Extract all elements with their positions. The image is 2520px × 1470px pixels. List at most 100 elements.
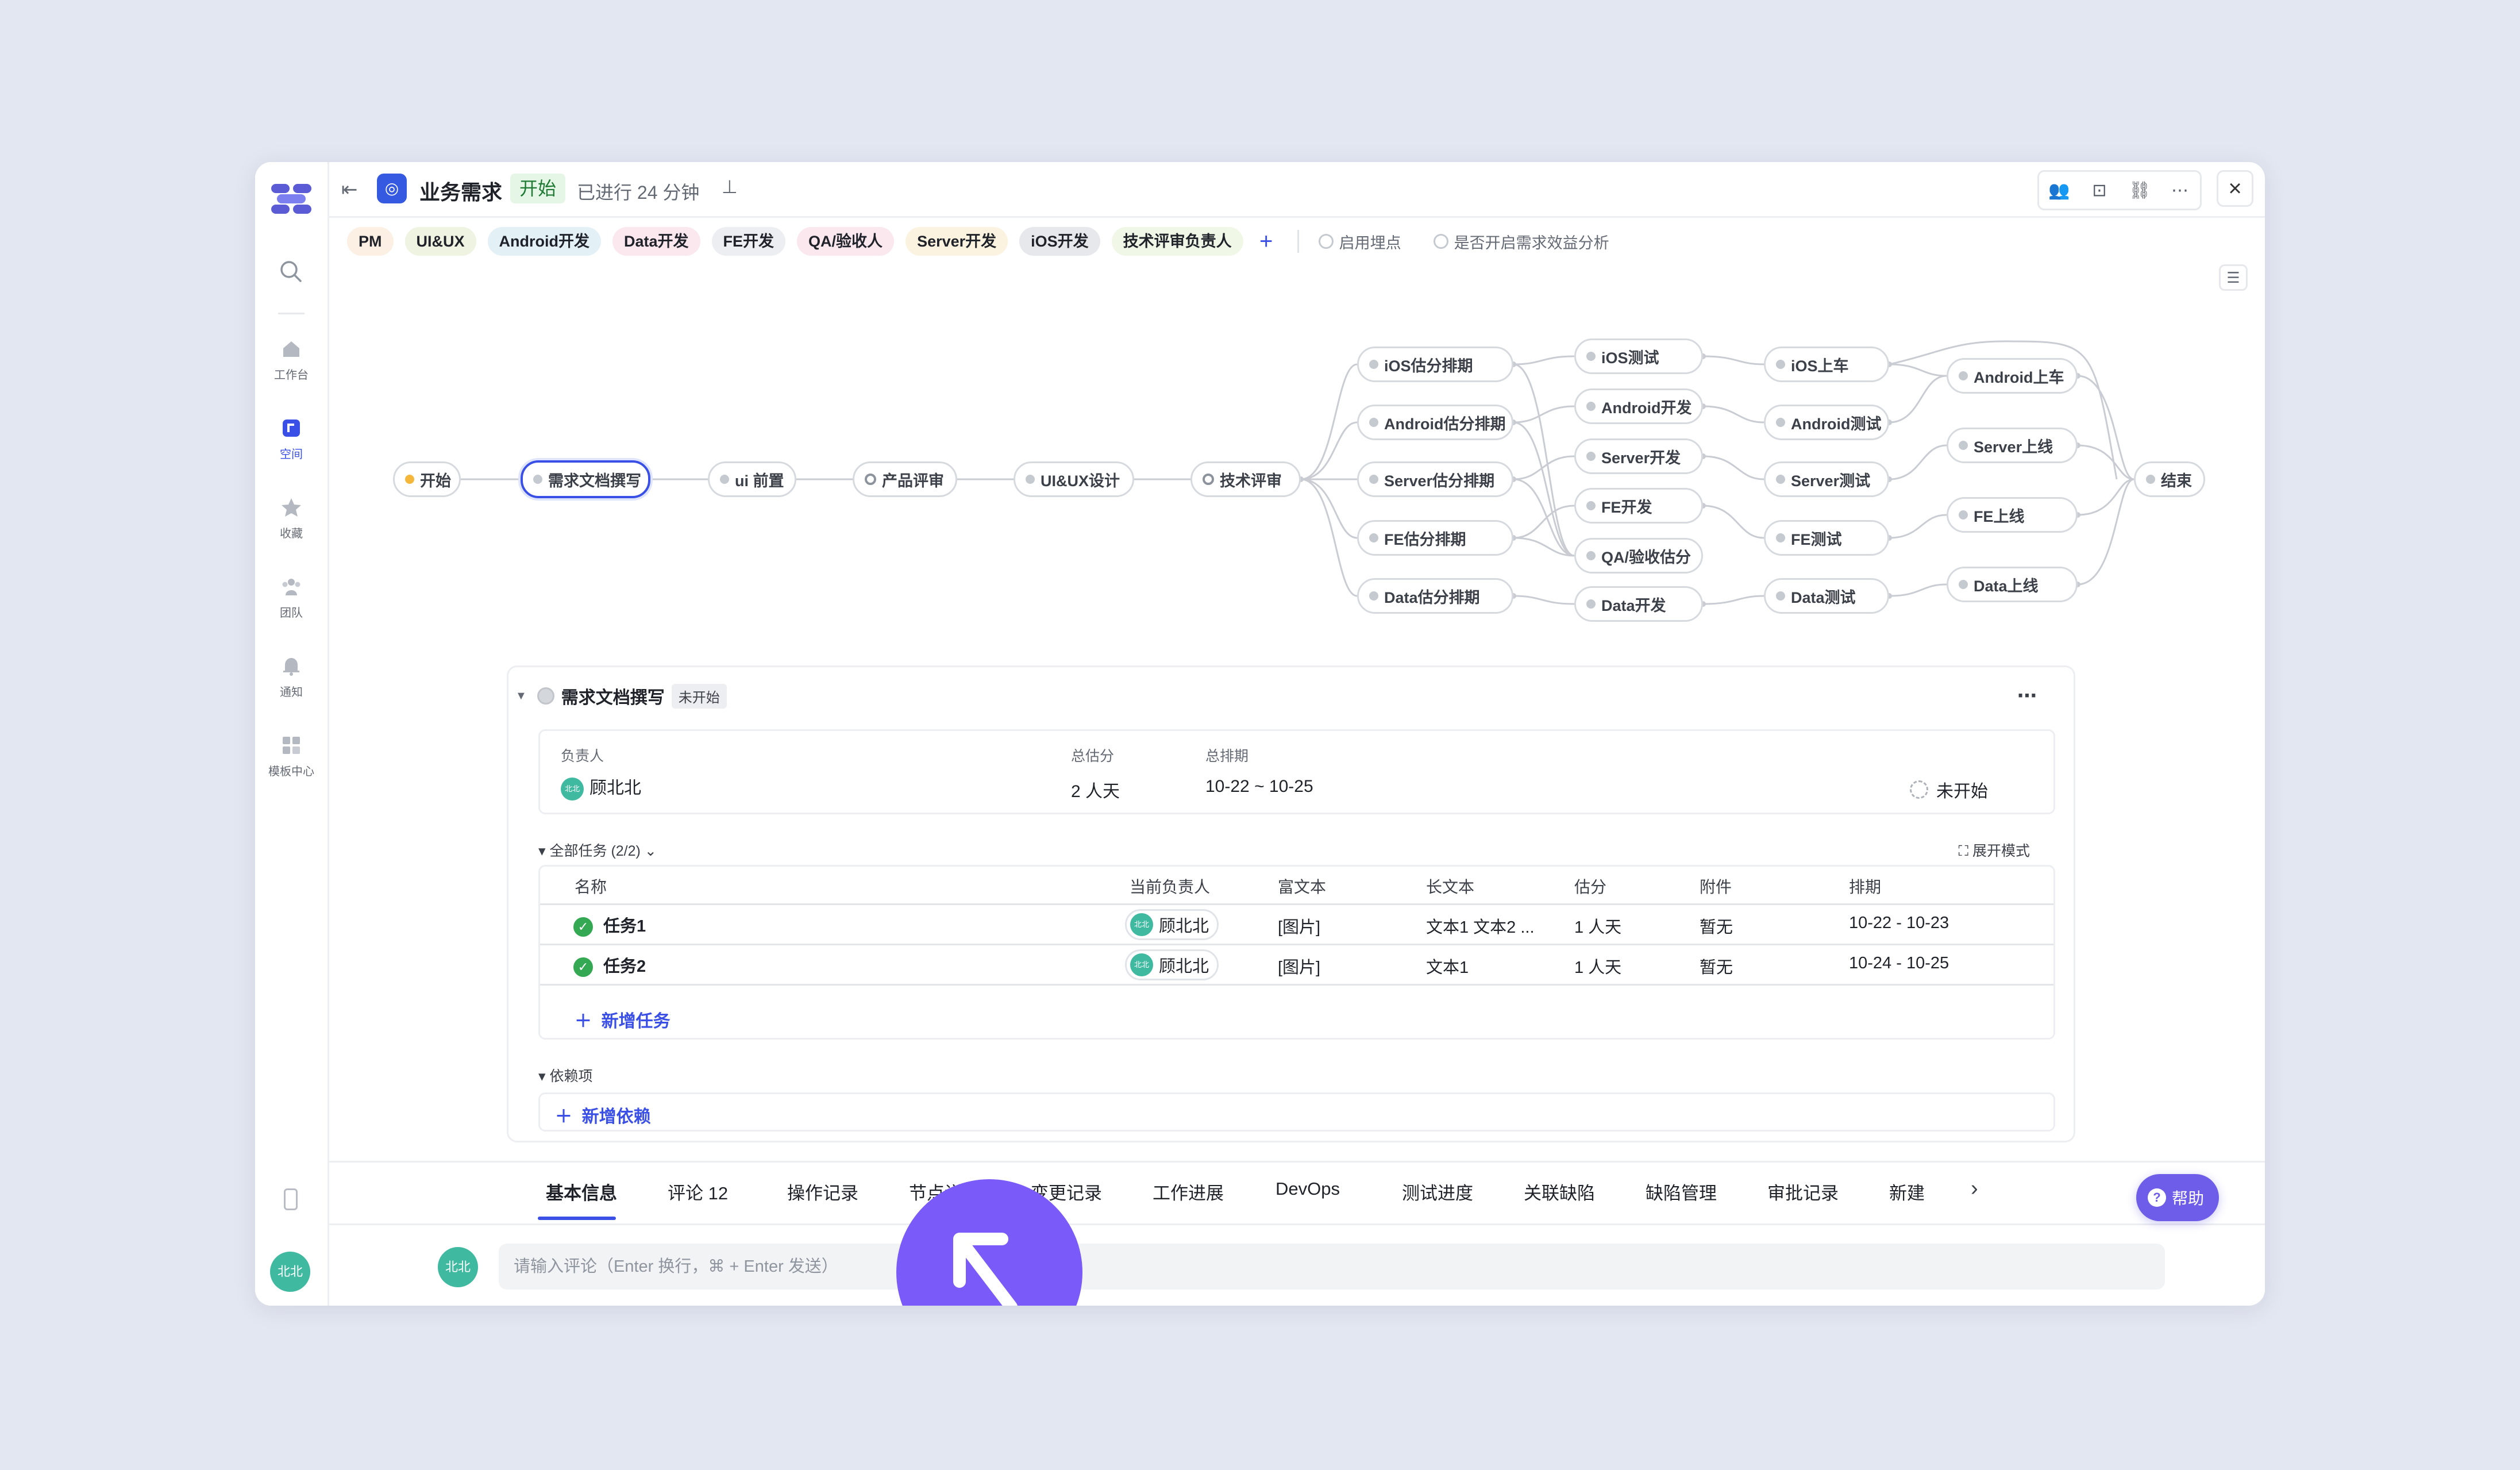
tab-approval-log[interactable]: 审批记录 (1767, 1179, 1839, 1205)
tab-comments[interactable]: 评论 12 (668, 1179, 728, 1205)
tab-test-progress[interactable]: 测试进度 (1402, 1179, 1473, 1205)
check-icon[interactable]: ✓ (573, 957, 593, 978)
tab-linked-defects[interactable]: 关联缺陷 (1524, 1179, 1595, 1205)
task-rich-text: [图片] (1278, 918, 1321, 937)
node-status-dot (1026, 475, 1035, 484)
arrow-up-left-icon (953, 1233, 1018, 1306)
flow-node-start[interactable]: 开始 (393, 461, 461, 497)
flow-node-fe-test[interactable]: FE测试 (1764, 520, 1889, 556)
node-status-dot (720, 475, 729, 484)
mobile-icon[interactable] (284, 1188, 298, 1210)
dependencies-header-label: 依赖项 (549, 1068, 593, 1084)
flow-node-android-test[interactable]: Android测试 (1764, 405, 1889, 440)
node-status-dot (1776, 475, 1785, 484)
task-name: ✓ 任务2 (573, 953, 646, 978)
node-status-dot (1586, 352, 1596, 361)
node-status-dot (1776, 418, 1785, 427)
node-status-dot (1776, 360, 1785, 369)
node-status-icon (537, 687, 554, 705)
flow-node-data-dev[interactable]: Data开发 (1574, 586, 1703, 622)
schedule-value[interactable]: 10-22 ~ 10-25 (1205, 777, 1313, 796)
node-label: Android上车 (1974, 368, 2064, 386)
task-long-text: 文本1 文本2 ... (1426, 918, 1535, 937)
flow-node-server-online[interactable]: Server上线 (1947, 428, 2078, 463)
flow-node-tech-review[interactable]: 技术评审 (1190, 461, 1301, 497)
flow-node-data-test[interactable]: Data测试 (1764, 578, 1889, 614)
flow-node-product-review[interactable]: 产品评审 (853, 461, 957, 497)
comment-avatar: 北北 (438, 1247, 478, 1287)
flow-node-server-estimate[interactable]: Server估分排期 (1357, 461, 1513, 497)
flow-node-end[interactable]: 结束 (2134, 461, 2205, 497)
node-label: Server测试 (1791, 472, 1871, 490)
add-dependency-button[interactable]: ＋ 新增依赖 (555, 1102, 651, 1127)
task-schedule: 10-24 - 10-25 (1849, 954, 1949, 972)
add-task-button[interactable]: ＋ 新增任务 (575, 1007, 671, 1032)
task-estimate: 1 人天 (1574, 918, 1622, 937)
flow-node-fe-online[interactable]: FE上线 (1947, 497, 2078, 533)
active-tab-indicator (538, 1217, 616, 1220)
user-avatar[interactable]: 北北 (270, 1252, 310, 1292)
node-label: Server开发 (1601, 449, 1681, 467)
expand-mode-button[interactable]: ⛶ 展开模式 (1959, 840, 2030, 860)
flow-node-fe-estimate[interactable]: FE估分排期 (1357, 520, 1513, 556)
check-icon[interactable]: ✓ (573, 917, 593, 937)
node-label: Data开发 (1601, 597, 1666, 614)
task-owner[interactable]: 北北 顾北北 (1125, 949, 1219, 980)
task-name: ✓ 任务1 (573, 913, 646, 937)
workflow-graph: PM UI&UX Android开发 Data开发 FE开发 QA/验收人 Se… (255, 162, 2265, 668)
rail-item-templates[interactable]: 模板中心 (255, 734, 327, 779)
rail-item-label: 模板中心 (268, 765, 314, 778)
flow-node-android-estimate[interactable]: Android估分排期 (1357, 405, 1513, 440)
flow-node-fe-dev[interactable]: FE开发 (1574, 488, 1703, 524)
node-status-dot (1369, 591, 1378, 601)
tab-work-progress[interactable]: 工作进展 (1153, 1179, 1224, 1205)
flow-node-data-online[interactable]: Data上线 (1947, 567, 2078, 602)
flow-node-android-release[interactable]: Android上车 (1947, 358, 2078, 394)
tab-defect-management[interactable]: 缺陷管理 (1646, 1179, 1717, 1205)
help-button[interactable]: ? 帮助 (2136, 1174, 2219, 1221)
flow-node-uiux[interactable]: UI&UX设计 (1014, 461, 1134, 497)
task-attachment: 暂无 (1700, 959, 1733, 977)
tab-devops[interactable]: DevOps (1276, 1179, 1340, 1199)
task-owner[interactable]: 北北 顾北北 (1125, 909, 1219, 940)
node-status-dot (1586, 501, 1596, 510)
task-attachment: 暂无 (1700, 918, 1733, 937)
node-label: FE估分排期 (1384, 530, 1466, 548)
tab-operation-log[interactable]: 操作记录 (787, 1179, 858, 1205)
panel-more-icon[interactable]: ⋯ (2017, 684, 2037, 707)
node-label: iOS上车 (1791, 357, 1849, 375)
expand-mode-label: 展开模式 (1972, 843, 2030, 859)
flow-node-server-test[interactable]: Server测试 (1764, 461, 1889, 497)
owner-value[interactable]: 北北 顾北北 (561, 774, 641, 801)
flow-node-qa-estimate[interactable]: QA/验收估分 (1574, 538, 1703, 574)
panel-header[interactable]: ▼ 需求文档撰写 未开始 (515, 683, 727, 709)
flow-node-ios-release[interactable]: iOS上车 (1764, 347, 1889, 382)
tasks-toggle[interactable]: ▾ 全部任务 (2/2) ⌄ (538, 840, 657, 860)
node-label: UI&UX设计 (1041, 472, 1120, 490)
tab-basic-info[interactable]: 基本信息 (546, 1179, 617, 1205)
help-label: 帮助 (2171, 1190, 2204, 1207)
owner-label: 负责人 (561, 748, 604, 764)
flow-node-data-estimate[interactable]: Data估分排期 (1357, 578, 1513, 614)
flow-node-ui-pre[interactable]: ui 前置 (708, 461, 796, 497)
tab-new[interactable]: 新建 (1889, 1179, 1925, 1205)
node-status-dot (1369, 360, 1378, 369)
node-status-dot (405, 475, 414, 484)
dependencies-toggle[interactable]: ▾ 依赖项 (538, 1065, 593, 1086)
column-header: 排期 (1849, 878, 1882, 896)
app-window: 工作台 空间 收藏 团队 通知 模板中心 北北 ⇤ ◎ 业务需求 开始 已进行 (255, 162, 2265, 1306)
flow-node-ios-estimate[interactable]: iOS估分排期 (1357, 347, 1513, 382)
flow-node-doc[interactable]: 需求文档撰写 (521, 460, 650, 498)
flow-node-ios-test[interactable]: iOS测试 (1574, 338, 1703, 374)
collapse-triangle-icon[interactable]: ▼ (515, 690, 527, 703)
node-status-dot (1959, 441, 1968, 450)
comment-input[interactable]: 请输入评论（Enter 换行，⌘ + Enter 发送） (499, 1244, 2165, 1290)
node-label: 技术评审 (1220, 472, 1282, 490)
node-status-dot (865, 474, 876, 485)
flow-node-android-dev[interactable]: Android开发 (1574, 388, 1703, 424)
flow-node-server-dev[interactable]: Server开发 (1574, 438, 1703, 474)
node-state[interactable]: 未开始 (1910, 777, 1988, 802)
node-status-dot (2146, 475, 2155, 484)
chevron-right-icon[interactable]: › (1971, 1176, 1978, 1201)
divider (540, 944, 2053, 945)
